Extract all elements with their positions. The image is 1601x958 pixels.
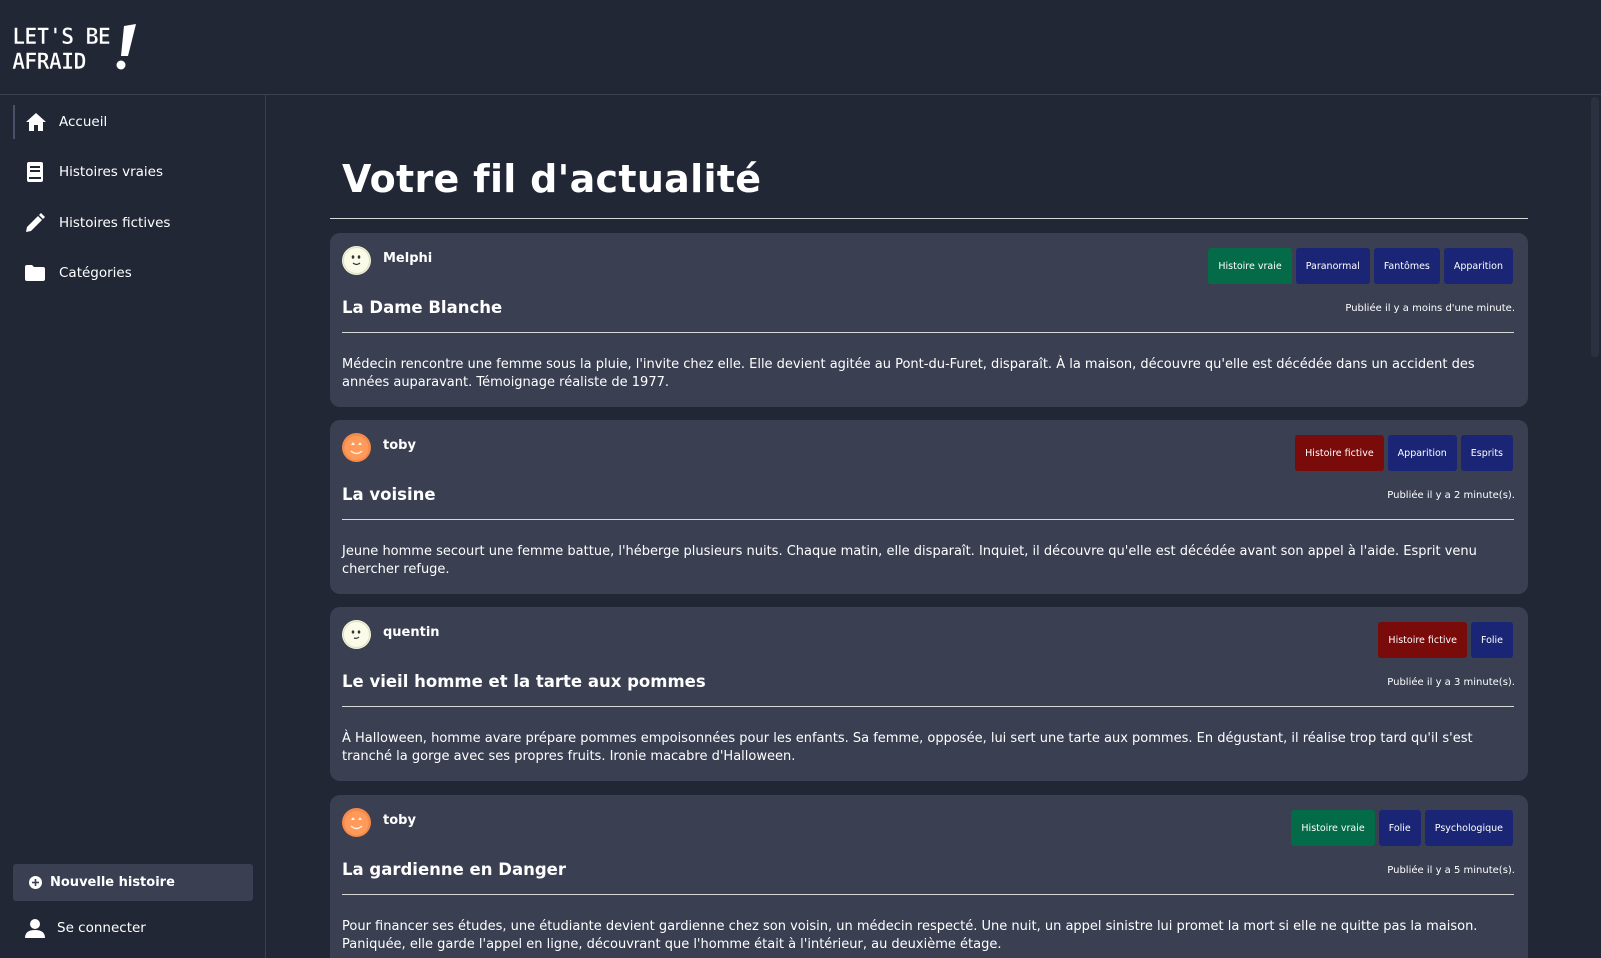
sidebar: Accueil Histoires vraies Histoires ficti… — [0, 95, 266, 958]
author-name[interactable]: quentin — [383, 625, 440, 640]
pumpkin-avatar-icon — [342, 808, 371, 837]
badge-list: Histoire fictive Apparition Esprits — [1295, 435, 1513, 471]
sidebar-item-histoires-vraies[interactable]: Histoires vraies — [13, 155, 253, 189]
story-summary: Médecin rencontre une femme sous la plui… — [342, 357, 1475, 390]
story-date: Publiée il y a 2 minute(s). — [1387, 490, 1515, 501]
app-logo[interactable]: LET'S BE AFRAID — [12, 20, 142, 75]
story-title[interactable]: La gardienne en Danger — [342, 860, 566, 879]
badge-category[interactable]: Apparition — [1387, 435, 1457, 471]
story-summary: Pour financer ses études, une étudiante … — [342, 919, 1478, 952]
badge-histoire-vraie[interactable]: Histoire vraie — [1208, 248, 1292, 284]
badge-category[interactable]: Folie — [1470, 622, 1513, 658]
ghost-avatar-icon — [342, 246, 371, 275]
sidebar-item-label: Catégories — [59, 265, 132, 281]
title-divider — [330, 218, 1528, 219]
sidebar-item-accueil[interactable]: Accueil — [13, 105, 253, 139]
story-date: Publiée il y a moins d'une minute. — [1345, 303, 1515, 314]
story-date: Publiée il y a 3 minute(s). — [1387, 677, 1515, 688]
card-divider — [342, 332, 1514, 333]
author-name[interactable]: toby — [383, 438, 416, 453]
story-title[interactable]: La Dame Blanche — [342, 298, 502, 317]
badge-category[interactable]: Psychologique — [1424, 810, 1513, 846]
svg-text:AFRAID: AFRAID — [12, 50, 86, 74]
badge-category[interactable]: Esprits — [1460, 435, 1513, 471]
badge-list: Histoire vraie Folie Psychologique — [1291, 810, 1513, 846]
author-name[interactable]: toby — [383, 813, 416, 828]
story-card[interactable]: toby Histoire fictive Apparition Esprits… — [330, 420, 1528, 594]
scrollbar-thumb[interactable] — [1591, 97, 1599, 357]
login-label: Se connecter — [57, 920, 146, 936]
new-story-button[interactable]: Nouvelle histoire — [13, 864, 253, 901]
home-icon — [15, 112, 57, 132]
pencil-icon — [13, 213, 57, 233]
sidebar-item-label: Accueil — [59, 114, 108, 130]
card-divider — [342, 519, 1514, 520]
badge-histoire-fictive[interactable]: Histoire fictive — [1295, 435, 1384, 471]
new-story-label: Nouvelle histoire — [50, 875, 175, 890]
story-date: Publiée il y a 5 minute(s). — [1387, 865, 1515, 876]
sidebar-item-label: Histoires vraies — [59, 164, 164, 180]
story-summary: Jeune homme secourt une femme battue, l'… — [342, 544, 1477, 577]
user-icon — [13, 918, 57, 938]
badge-category[interactable]: Fantômes — [1373, 248, 1440, 284]
story-summary: À Halloween, homme avare prépare pommes … — [342, 731, 1473, 764]
top-bar: LET'S BE AFRAID — [0, 0, 1601, 95]
badge-category[interactable]: Folie — [1378, 810, 1421, 846]
svg-text:LET'S BE: LET'S BE — [12, 25, 110, 50]
badge-category[interactable]: Paranormal — [1295, 248, 1370, 284]
sidebar-item-label: Histoires fictives — [59, 215, 171, 231]
pumpkin-avatar-icon — [342, 433, 371, 462]
badge-list: Histoire fictive Folie — [1378, 622, 1513, 658]
story-title[interactable]: Le vieil homme et la tarte aux pommes — [342, 672, 706, 691]
badge-histoire-fictive[interactable]: Histoire fictive — [1378, 622, 1467, 658]
sidebar-item-histoires-fictives[interactable]: Histoires fictives — [13, 206, 253, 240]
story-title[interactable]: La voisine — [342, 485, 436, 504]
sidebar-item-categories[interactable]: Catégories — [13, 256, 253, 290]
book-icon — [13, 162, 57, 182]
login-button[interactable]: Se connecter — [13, 911, 253, 945]
story-card[interactable]: toby Histoire vraie Folie Psychologique … — [330, 795, 1528, 958]
story-card[interactable]: quentin Histoire fictive Folie Le vieil … — [330, 607, 1528, 781]
story-card[interactable]: Melphi Histoire vraie Paranormal Fantôme… — [330, 233, 1528, 407]
badge-histoire-vraie[interactable]: Histoire vraie — [1291, 810, 1375, 846]
folder-icon — [13, 265, 57, 281]
badge-category[interactable]: Apparition — [1443, 248, 1513, 284]
card-divider — [342, 894, 1514, 895]
card-divider — [342, 706, 1514, 707]
ghost-avatar-icon — [342, 620, 371, 649]
plus-circle-icon — [29, 876, 42, 889]
badge-list: Histoire vraie Paranormal Fantômes Appar… — [1208, 248, 1513, 284]
page-title: Votre fil d'actualité — [342, 157, 762, 201]
author-name[interactable]: Melphi — [383, 251, 432, 266]
